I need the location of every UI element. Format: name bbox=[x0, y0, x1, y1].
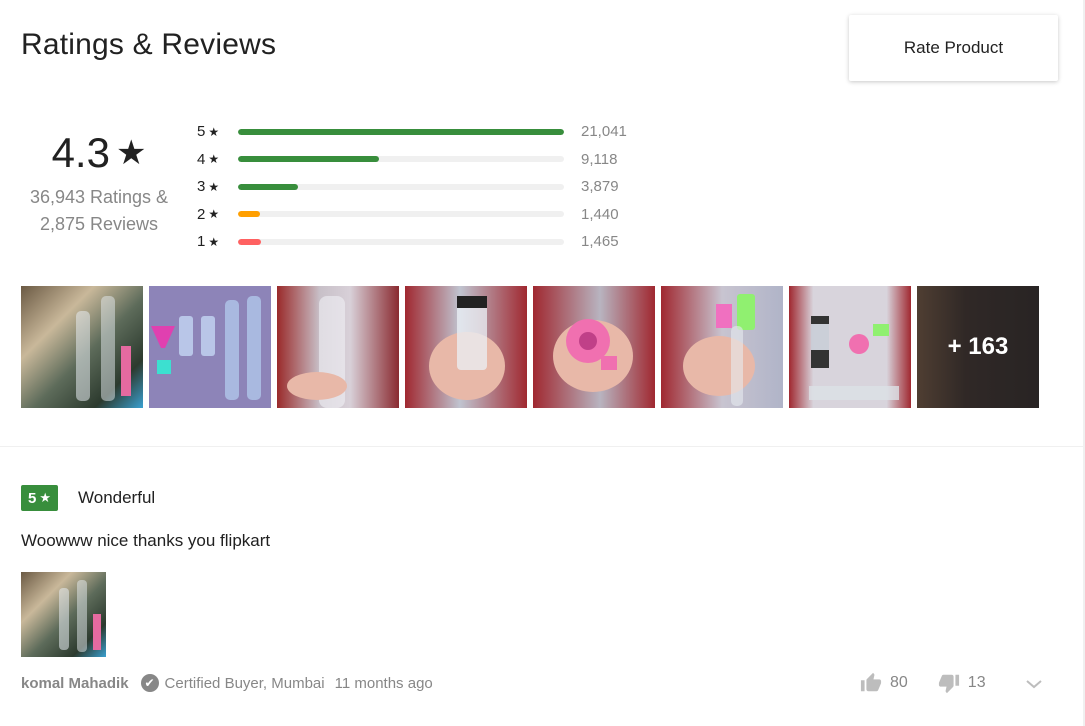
certified-check-icon: ✔ bbox=[140, 674, 159, 692]
bar-count: 1,465 bbox=[581, 233, 619, 251]
like-button[interactable]: 80 bbox=[860, 672, 908, 694]
bar-label: 5 ★ bbox=[197, 123, 227, 140]
reviewer-name: komal Mahadik bbox=[21, 674, 129, 692]
jar-photo bbox=[429, 296, 505, 400]
bar-count: 1,440 bbox=[581, 205, 619, 223]
review-photo-thumbnail[interactable] bbox=[277, 286, 399, 408]
bar-fill bbox=[238, 156, 380, 163]
bar-label: 4 ★ bbox=[197, 151, 227, 168]
bar-stars: 4 bbox=[197, 150, 206, 168]
like-count: 80 bbox=[890, 674, 908, 691]
rating-bar-row-4: 4 ★ 9,118 bbox=[197, 146, 627, 174]
review-photo-thumbnail[interactable] bbox=[661, 286, 783, 408]
rating-distribution: 5 ★ 21,041 4 ★ 9,118 3 ★ 3,879 2 ★ 1,440 1 ★ … bbox=[197, 118, 627, 256]
rating-bar-row-3: 3 ★ 3,879 bbox=[197, 173, 627, 201]
review-photo-thumbnail[interactable] bbox=[789, 286, 911, 408]
more-photos-count: + 163 bbox=[947, 333, 1009, 360]
bar-track bbox=[238, 238, 564, 245]
bar-count: 9,118 bbox=[581, 150, 618, 168]
more-photos-thumbnail[interactable]: + 163 bbox=[917, 286, 1039, 408]
star-icon: ★ bbox=[39, 490, 51, 505]
bar-label: 2 ★ bbox=[197, 206, 227, 223]
review-photo-thumbnail[interactable] bbox=[533, 286, 655, 408]
review-time: 11 months ago bbox=[334, 674, 433, 692]
bar-stars: 5 bbox=[197, 123, 206, 141]
star-icon: ★ bbox=[208, 179, 220, 194]
bar-count: 3,879 bbox=[581, 178, 619, 196]
reviews-count: 2,875 Reviews bbox=[39, 214, 159, 234]
ratings-count: 36,943 Ratings & bbox=[29, 187, 169, 207]
bar-track bbox=[238, 183, 564, 190]
bar-stars: 1 bbox=[197, 233, 206, 251]
rate-product-button[interactable]: Rate Product bbox=[849, 15, 1058, 81]
review-rating-value: 5 bbox=[28, 489, 37, 507]
bar-label: 1 ★ bbox=[197, 233, 227, 250]
dislike-button[interactable]: 13 bbox=[938, 672, 986, 694]
review-image-gallery: + 163 bbox=[21, 286, 1039, 408]
thumbs-down-icon bbox=[938, 674, 959, 694]
review-text: Woowww nice thanks you flipkart bbox=[21, 531, 271, 550]
review-rating-badge: 5 ★ bbox=[21, 485, 58, 511]
star-icon: ★ bbox=[208, 152, 220, 167]
star-icon: ★ bbox=[208, 207, 220, 222]
bottle-photo bbox=[151, 296, 261, 400]
bar-stars: 2 bbox=[197, 205, 206, 223]
chevron-down-icon[interactable] bbox=[1024, 677, 1044, 691]
funnel-photo bbox=[553, 319, 633, 392]
review-image[interactable] bbox=[21, 572, 106, 657]
review-photo-thumbnail[interactable] bbox=[149, 286, 271, 408]
bar-fill bbox=[238, 211, 261, 218]
rating-bar-row-1: 1 ★ 1,465 bbox=[197, 228, 627, 256]
bar-track bbox=[238, 156, 564, 163]
review-title: Wonderful bbox=[78, 488, 156, 507]
bar-label: 3 ★ bbox=[197, 178, 227, 195]
star-icon: ★ bbox=[208, 234, 220, 249]
bar-track bbox=[238, 211, 564, 218]
bar-count: 21,041 bbox=[581, 123, 627, 141]
average-rating-value: 4.3 bbox=[51, 129, 110, 176]
brush-photo bbox=[683, 294, 755, 406]
review-votes: 80 13 bbox=[860, 672, 986, 694]
certified-buyer-label: Certified Buyer, Mumbai bbox=[164, 674, 325, 692]
bar-track bbox=[238, 128, 564, 135]
average-rating: 4.3 ★ bbox=[16, 128, 182, 178]
bar-stars: 3 bbox=[197, 178, 206, 196]
bottle-photo bbox=[809, 316, 899, 400]
rating-summary: 4.3 ★ 36,943 Ratings & 2,875 Reviews bbox=[16, 128, 182, 238]
star-icon: ★ bbox=[115, 134, 147, 172]
rating-bar-row-2: 2 ★ 1,440 bbox=[197, 201, 627, 229]
review-photo-thumbnail[interactable] bbox=[21, 286, 143, 408]
rating-bar-row-5: 5 ★ 21,041 bbox=[197, 118, 627, 146]
bottle-photo bbox=[59, 580, 101, 652]
bottle-photo bbox=[287, 296, 347, 408]
star-icon: ★ bbox=[208, 124, 220, 139]
bar-fill bbox=[238, 128, 564, 135]
thumbs-up-icon bbox=[860, 672, 882, 692]
review-photo-thumbnail[interactable] bbox=[405, 286, 527, 408]
bar-fill bbox=[238, 183, 298, 190]
section-divider bbox=[0, 446, 1083, 447]
bottle-photo bbox=[76, 296, 131, 401]
dislike-count: 13 bbox=[967, 674, 986, 691]
page-title: Ratings & Reviews bbox=[21, 28, 277, 61]
bar-fill bbox=[238, 238, 261, 245]
review-meta: komal Mahadik ✔ Certified Buyer, Mumbai … bbox=[21, 674, 433, 692]
rating-counts: 36,943 Ratings & 2,875 Reviews bbox=[16, 184, 182, 238]
